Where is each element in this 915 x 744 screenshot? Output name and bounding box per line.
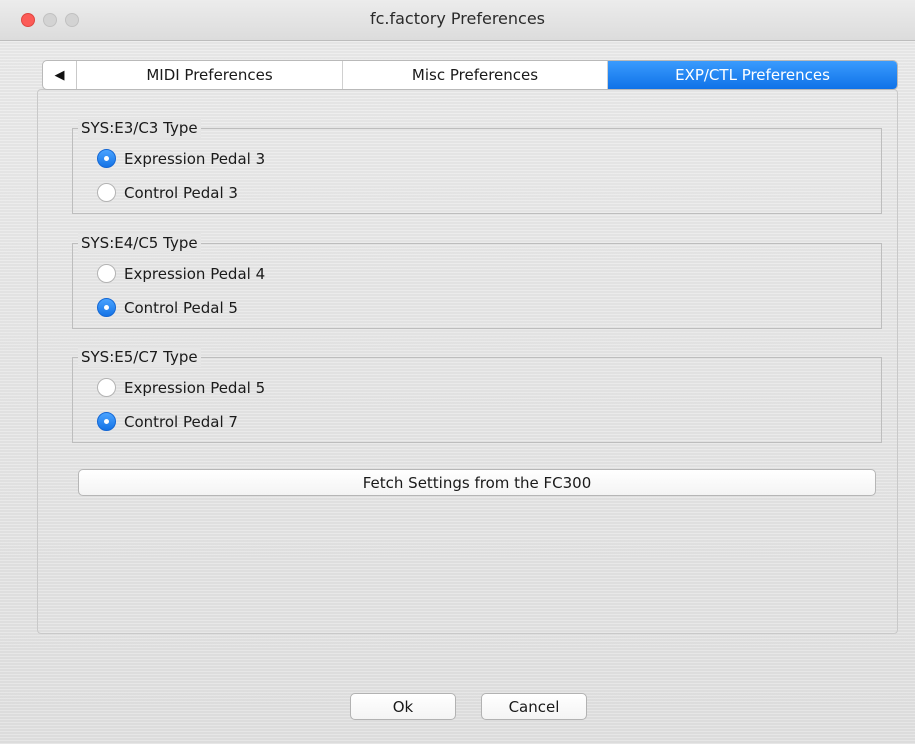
radio-label: Control Pedal 7 xyxy=(124,412,238,431)
tab-bar: ◀ MIDI Preferences Misc Preferences EXP/… xyxy=(42,60,898,90)
group-title: SYS:E4/C5 Type xyxy=(78,233,201,253)
group-title: SYS:E3/C3 Type xyxy=(78,118,201,138)
tab-label: Misc Preferences xyxy=(411,66,539,84)
ok-label: Ok xyxy=(392,697,414,716)
expression-pedal-5-option[interactable]: Expression Pedal 5 xyxy=(97,378,265,397)
fetch-settings-label: Fetch Settings from the FC300 xyxy=(362,473,592,492)
control-pedal-7-option[interactable]: Control Pedal 7 xyxy=(97,412,238,431)
cancel-label: Cancel xyxy=(508,697,560,716)
expression-pedal-3-option[interactable]: Expression Pedal 3 xyxy=(97,149,265,168)
sys-e5-c7-type-group: SYS:E5/C7 Type Expression Pedal 5 Contro… xyxy=(72,347,882,443)
control-pedal-5-option[interactable]: Control Pedal 5 xyxy=(97,298,238,317)
expression-pedal-4-option[interactable]: Expression Pedal 4 xyxy=(97,264,265,283)
sys-e4-c5-type-group: SYS:E4/C5 Type Expression Pedal 4 Contro… xyxy=(72,233,882,329)
radio-label: Expression Pedal 5 xyxy=(124,378,266,397)
tab-label: EXP/CTL Preferences xyxy=(675,66,830,84)
radio-label: Control Pedal 3 xyxy=(124,183,238,202)
radio-label: Control Pedal 5 xyxy=(124,298,238,317)
group-title: SYS:E5/C7 Type xyxy=(78,347,201,367)
radio-button-selected[interactable] xyxy=(97,298,116,317)
radio-button[interactable] xyxy=(97,264,116,283)
window-title: fc.factory Preferences xyxy=(369,9,546,28)
sys-e3-c3-type-group: SYS:E3/C3 Type Expression Pedal 3 Contro… xyxy=(72,118,882,214)
tab-midi-preferences[interactable]: MIDI Preferences xyxy=(77,61,343,89)
radio-button-selected[interactable] xyxy=(97,149,116,168)
tab-misc-preferences[interactable]: Misc Preferences xyxy=(343,61,608,89)
radio-label: Expression Pedal 3 xyxy=(124,149,266,168)
control-pedal-3-option[interactable]: Control Pedal 3 xyxy=(97,183,238,202)
radio-label: Expression Pedal 4 xyxy=(124,264,266,283)
tab-label: MIDI Preferences xyxy=(146,66,273,84)
preferences-window: fc.factory Preferences ◀ MIDI Preference… xyxy=(0,0,915,744)
ok-button[interactable]: Ok xyxy=(350,693,456,720)
title-bar: fc.factory Preferences xyxy=(0,0,915,41)
radio-button[interactable] xyxy=(97,378,116,397)
cancel-button[interactable]: Cancel xyxy=(481,693,587,720)
tab-exp-ctl-preferences[interactable]: EXP/CTL Preferences xyxy=(608,61,897,89)
radio-button-selected[interactable] xyxy=(97,412,116,431)
radio-button[interactable] xyxy=(97,183,116,202)
tab-scroll-left-button[interactable]: ◀ xyxy=(43,61,77,89)
fetch-settings-button[interactable]: Fetch Settings from the FC300 xyxy=(78,469,876,496)
triangle-left-icon: ◀ xyxy=(54,67,65,83)
